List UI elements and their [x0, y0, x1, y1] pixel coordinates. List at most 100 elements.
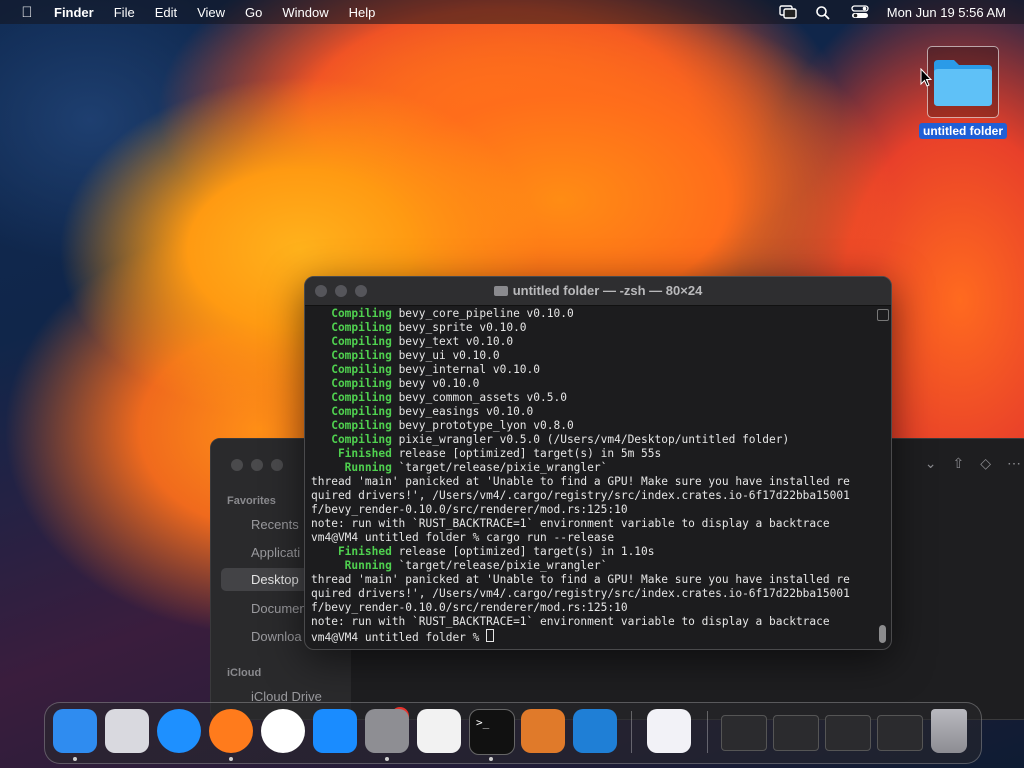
terminal-line-text: `target/release/pixie_wrangler` — [391, 559, 608, 572]
terminal-line: Finished release [optimized] target(s) i… — [311, 545, 873, 559]
terminal-line-text: bevy_ui v0.10.0 — [391, 349, 500, 362]
terminal-cursor — [486, 629, 495, 642]
menu-view[interactable]: View — [197, 5, 225, 20]
control-center-icon[interactable] — [851, 5, 869, 19]
cargo-status-keyword: Compiling — [311, 307, 392, 320]
garageband-icon[interactable] — [521, 709, 565, 753]
terminal-line: f/bevy_render-0.10.0/src/renderer/mod.rs… — [311, 601, 873, 615]
terminal-scrollbar[interactable] — [876, 307, 889, 645]
terminal-line-text: bevy_text v0.10.0 — [391, 335, 514, 348]
more-icon[interactable]: ⋯ — [1007, 455, 1021, 472]
apple-menu-icon[interactable]:  — [18, 4, 36, 21]
terminal-window[interactable]: untitled folder — -zsh — 80×24 Compiling… — [304, 276, 892, 650]
terminal-line-text: quired drivers!', /Users/vm4/.cargo/regi… — [311, 587, 850, 600]
sidebar-item-documents[interactable]: Documen — [251, 601, 307, 616]
terminal-line: Compiling bevy_ui v0.10.0 — [311, 349, 873, 363]
terminal-icon[interactable]: >_ — [469, 709, 515, 755]
terminal-line: quired drivers!', /Users/vm4/.cargo/regi… — [311, 587, 873, 601]
cargo-status-keyword: Compiling — [311, 363, 392, 376]
app-store-icon[interactable] — [313, 709, 357, 753]
desktop-folder[interactable]: untitled folder — [916, 46, 1010, 140]
running-indicator — [385, 757, 389, 761]
sidebar-item-applications[interactable]: Applicati — [251, 545, 300, 560]
menu-app-finder[interactable]: Finder — [54, 5, 94, 20]
terminal-line: Compiling pixie_wrangler v0.5.0 (/Users/… — [311, 433, 873, 447]
terminal-line: Running `target/release/pixie_wrangler` — [311, 559, 873, 573]
cargo-status-keyword: Compiling — [311, 391, 392, 404]
terminal-zoom-button[interactable] — [355, 285, 367, 297]
terminal-line-text: vm4@VM4 untitled folder % — [311, 631, 487, 644]
terminal-line-text: bevy_easings v0.10.0 — [391, 405, 534, 418]
terminal-line: Compiling bevy v0.10.0 — [311, 377, 873, 391]
finder-minimize-button[interactable] — [251, 459, 263, 471]
terminal-title-bar[interactable]: untitled folder — -zsh — 80×24 — [305, 277, 891, 306]
terminal-scroll-thumb[interactable] — [879, 625, 886, 643]
cargo-status-keyword: Compiling — [311, 321, 392, 334]
running-indicator — [229, 757, 233, 761]
terminal-close-button[interactable] — [315, 285, 327, 297]
terminal-line: Compiling bevy_text v0.10.0 — [311, 335, 873, 349]
menu-bar-clock[interactable]: Mon Jun 19 5:56 AM — [887, 5, 1006, 20]
sidebar-item-recents[interactable]: Recents — [251, 517, 299, 532]
folder-icon — [934, 60, 992, 106]
terminal-line-text: quired drivers!', /Users/vm4/.cargo/regi… — [311, 489, 850, 502]
tag-icon[interactable]: ◇ — [980, 455, 991, 472]
firefox-icon[interactable] — [209, 709, 253, 753]
sidebar-header-icloud: iCloud — [227, 667, 262, 679]
finder-icon[interactable] — [53, 709, 97, 753]
terminal-line: f/bevy_render-0.10.0/src/renderer/mod.rs… — [311, 503, 873, 517]
cargo-status-keyword: Compiling — [311, 377, 392, 390]
finder-zoom-button[interactable] — [271, 459, 283, 471]
menu-help[interactable]: Help — [349, 5, 376, 20]
running-indicator — [73, 757, 77, 761]
terminal-title: untitled folder — -zsh — 80×24 — [512, 283, 703, 298]
finder-window-controls — [231, 459, 283, 471]
visual-studio-icon[interactable] — [647, 709, 691, 753]
finder-close-button[interactable] — [231, 459, 243, 471]
spotlight-search-icon[interactable] — [815, 5, 833, 20]
trash-icon[interactable] — [931, 709, 967, 753]
settings-window-thumb[interactable] — [773, 715, 819, 751]
system-settings-icon[interactable] — [365, 709, 409, 753]
share-icon[interactable]: ⇧ — [952, 455, 964, 472]
terminal-line-text: bevy_internal v0.10.0 — [391, 363, 541, 376]
cargo-status-keyword: Compiling — [311, 349, 392, 362]
terminal-scroll-marker — [877, 309, 889, 321]
terminal-line-text: thread 'main' panicked at 'Unable to fin… — [311, 475, 850, 488]
terminal-line: vm4@VM4 untitled folder % cargo run --re… — [311, 531, 873, 545]
terminal-window-controls — [315, 285, 367, 297]
cargo-status-keyword: Finished — [311, 447, 392, 460]
terminal-line: quired drivers!', /Users/vm4/.cargo/regi… — [311, 489, 873, 503]
firefox-window-thumb[interactable] — [877, 715, 923, 751]
launchpad-icon[interactable] — [105, 709, 149, 753]
menu-window[interactable]: Window — [282, 5, 328, 20]
chevron-down-icon[interactable]: ⌄ — [925, 455, 937, 472]
terminal-line-text: release [optimized] target(s) in 1.10s — [391, 545, 655, 558]
terminal-line: Compiling bevy_common_assets v0.5.0 — [311, 391, 873, 405]
terminal-line: Compiling bevy_sprite v0.10.0 — [311, 321, 873, 335]
menu-file[interactable]: File — [114, 5, 135, 20]
textedit-icon[interactable] — [417, 709, 461, 753]
finder-desktop-thumb[interactable] — [825, 715, 871, 751]
desktop-folder-label[interactable]: untitled folder — [919, 123, 1007, 139]
terminal-output[interactable]: Compiling bevy_core_pipeline v0.10.0 Com… — [311, 307, 873, 645]
terminal-line-text: note: run with `RUST_BACKTRACE=1` enviro… — [311, 517, 830, 530]
vscode-icon[interactable] — [573, 709, 617, 753]
terminal-line: Compiling bevy_easings v0.10.0 — [311, 405, 873, 419]
safari-icon[interactable] — [157, 709, 201, 753]
terminal-minimize-button[interactable] — [335, 285, 347, 297]
cargo-status-keyword: Running — [311, 461, 392, 474]
terminal-line-text: bevy_sprite v0.10.0 — [391, 321, 527, 334]
cargo-status-keyword: Compiling — [311, 419, 392, 432]
cargo-status-keyword: Compiling — [311, 335, 392, 348]
screen-mirroring-icon[interactable] — [779, 5, 797, 19]
menu-edit[interactable]: Edit — [155, 5, 177, 20]
chrome-icon[interactable] — [261, 709, 305, 753]
menu-bar:  Finder File Edit View Go Window Help M… — [0, 0, 1024, 24]
running-indicator — [489, 757, 493, 761]
dock-separator — [631, 711, 632, 753]
finder-window-thumb[interactable] — [721, 715, 767, 751]
terminal-line: vm4@VM4 untitled folder % — [311, 629, 873, 645]
menu-go[interactable]: Go — [245, 5, 262, 20]
sidebar-item-downloads[interactable]: Downloa — [251, 629, 302, 644]
